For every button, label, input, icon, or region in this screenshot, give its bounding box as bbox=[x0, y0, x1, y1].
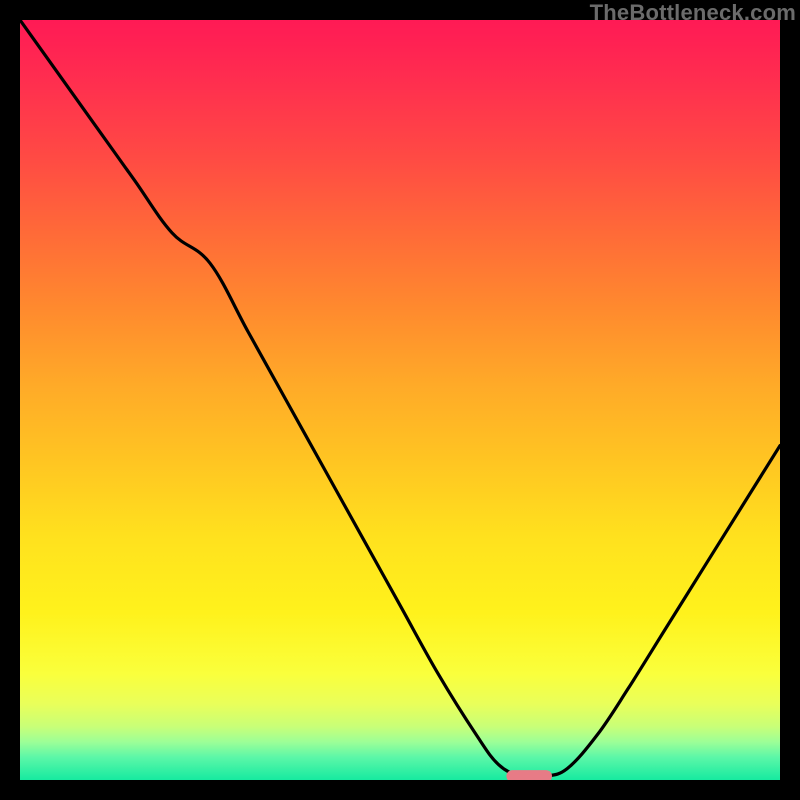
chart-svg bbox=[20, 20, 780, 780]
plot-area bbox=[20, 20, 780, 780]
optimal-marker bbox=[506, 770, 552, 780]
bottleneck-curve bbox=[20, 20, 780, 777]
chart-frame: TheBottleneck.com bbox=[0, 0, 800, 800]
watermark-text: TheBottleneck.com bbox=[590, 0, 796, 26]
